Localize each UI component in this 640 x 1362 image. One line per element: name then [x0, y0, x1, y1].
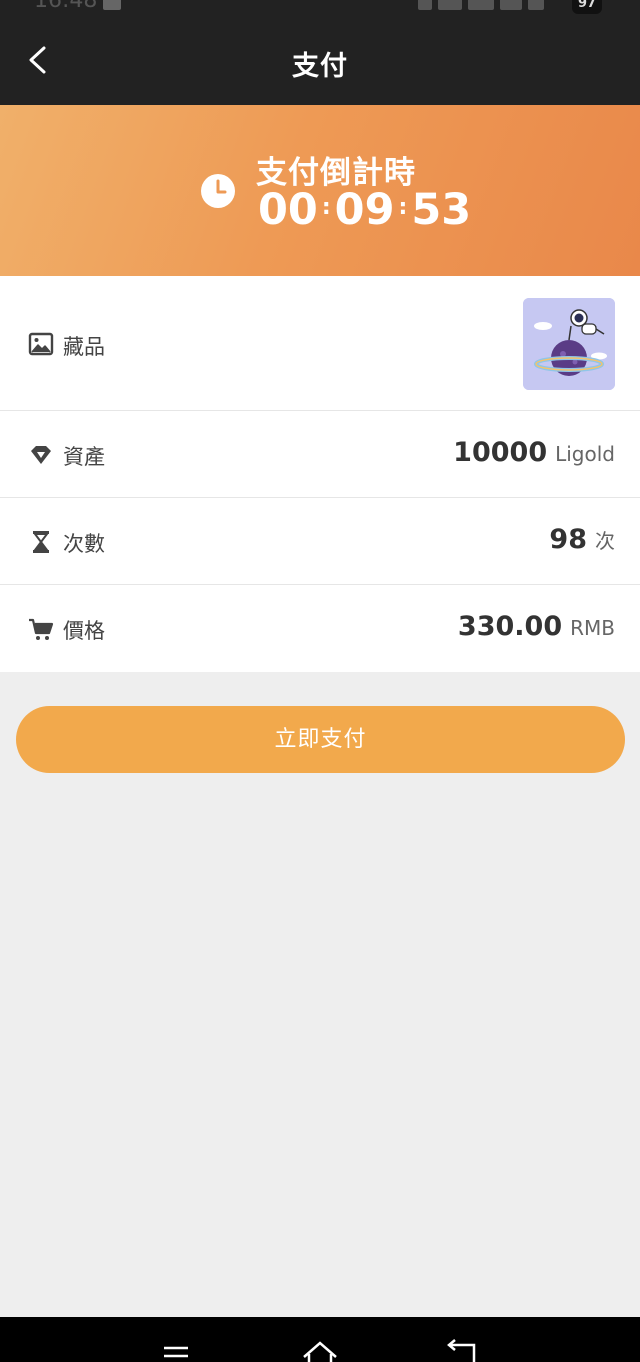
hourglass-icon: [33, 531, 49, 553]
count-amount: 98: [549, 524, 587, 555]
system-navigation-bar: [0, 1317, 640, 1362]
count-unit: 次: [595, 529, 615, 553]
row-collectible: 藏品: [0, 276, 640, 411]
menu-icon[interactable]: [162, 1345, 190, 1362]
battery-icon: 97: [572, 0, 602, 14]
countdown-hours: 00: [258, 185, 318, 235]
count-label: 次數: [63, 532, 105, 556]
countdown-separator: :: [398, 194, 408, 220]
home-icon[interactable]: [300, 1339, 340, 1362]
signal-icons: [418, 0, 544, 10]
collectible-thumbnail[interactable]: [523, 298, 615, 390]
countdown-minutes: 09: [334, 185, 395, 235]
clock-icon: [201, 174, 235, 208]
status-bar: 16:48 97: [0, 0, 640, 14]
image-icon: [28, 332, 54, 356]
assets-label: 資產: [63, 445, 105, 469]
countdown-separator: :: [321, 194, 331, 220]
page-title: 支付: [292, 51, 348, 82]
pay-now-button[interactable]: 立即支付: [16, 706, 625, 773]
countdown-seconds: 53: [411, 185, 472, 235]
row-count: 次數 98 次: [0, 498, 640, 585]
collectible-label: 藏品: [63, 335, 105, 359]
countdown-banner: 支付倒計時 00 : 09 : 53: [0, 105, 640, 276]
price-label: 價格: [63, 619, 105, 643]
assets-value: 10000 Ligold: [453, 437, 615, 468]
countdown-timer: 00 : 09 : 53: [258, 185, 471, 235]
assets-unit: Ligold: [555, 442, 615, 466]
astronaut-planet-image: [523, 298, 615, 390]
count-value: 98 次: [549, 524, 615, 555]
order-details: 藏品 資產 10000 Ligold 次數 98 次 價格 330.00 RMB: [0, 276, 640, 672]
notification-icon: [103, 0, 121, 10]
row-price: 價格 330.00 RMB: [0, 585, 640, 672]
price-value: 330.00 RMB: [458, 611, 615, 642]
diamond-icon: [31, 446, 51, 464]
status-time: 16:48: [34, 0, 98, 13]
cart-icon: [29, 618, 54, 640]
price-unit: RMB: [570, 616, 615, 640]
top-navbar: 支付: [0, 14, 640, 105]
assets-amount: 10000: [453, 437, 548, 468]
system-back-icon[interactable]: [446, 1339, 480, 1362]
price-amount: 330.00: [457, 611, 563, 642]
row-assets: 資產 10000 Ligold: [0, 411, 640, 498]
